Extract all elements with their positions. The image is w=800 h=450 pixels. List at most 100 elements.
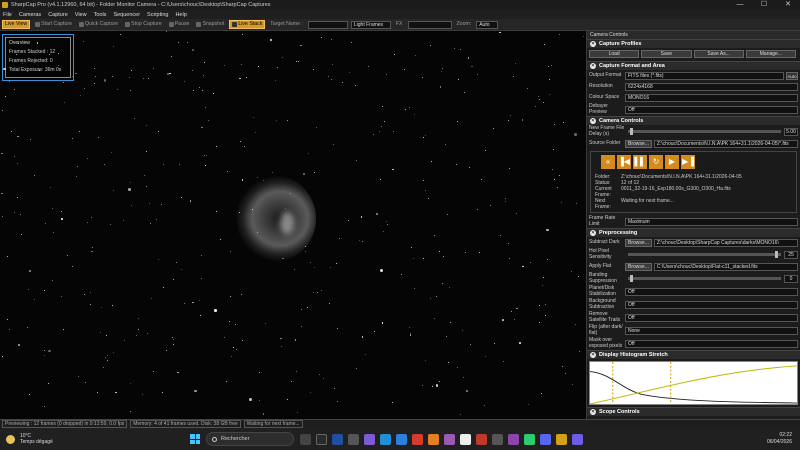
hot-pixel-slider[interactable] [628,251,781,258]
close-button[interactable]: ✕ [776,0,800,10]
star [251,208,253,210]
quick-capture-button[interactable]: Quick Capture [77,20,120,29]
target-name-input[interactable] [307,20,348,29]
star [130,70,132,72]
skip-end-icon[interactable]: ▶▐ [681,155,695,169]
taskbar-search[interactable]: Rechercher [206,432,294,446]
new-frame-delay-value[interactable]: 5.00 [784,127,798,136]
star [476,73,478,75]
stop-capture-button[interactable]: Stop Capture [123,20,164,29]
load-button[interactable]: Load [589,50,640,58]
collapse-icon[interactable]: ✕ [590,41,596,47]
menu-capture[interactable]: Capture [48,12,68,18]
menu-file[interactable]: File [3,12,12,18]
pause-icon[interactable]: ▌▌ [633,155,647,169]
app-indigo-icon[interactable] [572,433,583,445]
debayer-select[interactable]: Off [625,105,798,114]
frame-type-select[interactable]: Light Frames [350,20,391,29]
windows-start-icon[interactable] [190,434,200,444]
task-view-icon[interactable] [300,433,311,445]
collapse-icon[interactable]: ✕ [590,352,596,358]
star [228,320,230,322]
weather-widget[interactable]: 10°C Temps dégagé [0,433,190,445]
flip-select[interactable]: None [625,326,798,335]
manage-button[interactable]: Manage... [745,50,796,58]
collapse-icon[interactable]: ✕ [590,63,596,69]
netflix-icon[interactable] [476,433,487,445]
collapse-icon[interactable]: ✕ [590,230,596,236]
collapse-icon[interactable]: ✕ [590,118,596,124]
system-clock[interactable]: 02:22 06/04/2026 [767,432,792,446]
app-red-icon[interactable] [412,433,423,445]
histogram-header[interactable]: ✕ Display Histogram Stretch [587,350,800,359]
save-button[interactable]: Save [641,50,692,58]
satellite-select[interactable]: Off [625,313,798,322]
star [509,257,511,259]
firefox-icon[interactable] [428,433,439,445]
menu-help[interactable]: Help [175,12,186,18]
auto-button[interactable]: Auto [786,71,798,80]
slider-knob[interactable] [630,128,633,135]
maximize-button[interactable]: ☐ [752,0,776,10]
play-icon[interactable]: ▶ [665,155,679,169]
app-purple-icon[interactable] [444,433,455,445]
live-view-button[interactable]: Live View [2,20,31,29]
apply-flat-select[interactable]: C:\Users\chouc\Desktop\Flat-c11_stacked.… [653,262,798,271]
preprocessing-header[interactable]: ✕ Preprocessing [587,228,800,237]
output-format-select[interactable]: FITS files (*.fits) [625,71,784,80]
scope-controls-header[interactable]: ✕ Scope Controls [587,407,800,416]
app-green-icon[interactable] [524,433,535,445]
frame-rate-select[interactable]: Maximum [625,217,798,226]
banding-value[interactable]: 0 [784,274,798,283]
app-icon[interactable] [348,433,359,445]
camera-controls-header[interactable]: ✕ Camera Controls [587,116,800,125]
hot-pixel-value[interactable]: 25 [784,250,798,259]
source-folder-select[interactable]: Z:\chouc\Documents\N.I.N.A\PK 164+31.1\2… [653,139,798,148]
step-back-icon[interactable]: ▐◀ [617,155,631,169]
browse-flat-button[interactable]: Browse... [625,262,652,271]
reload-icon[interactable]: ↻ [649,155,663,169]
browse-dark-button[interactable]: Browse... [625,238,652,247]
fx-select[interactable] [407,20,452,29]
subtract-dark-select[interactable]: Z:\chouc\Desktop\SharpCap Captures\darks… [653,238,798,247]
discord-icon[interactable] [540,433,551,445]
snapshot-button[interactable]: Snapshot [194,20,226,29]
app-gray-icon[interactable] [492,433,503,445]
menu-cameras[interactable]: Cameras [19,12,41,18]
colour-space-select[interactable]: MONO16 [625,93,798,102]
start-capture-button[interactable]: Start Capture [33,20,74,29]
widgets-icon[interactable] [316,433,327,445]
browse-button[interactable]: Browse... [625,139,652,148]
sharpcap-icon[interactable] [556,433,567,445]
app-violet-icon[interactable] [508,433,519,445]
photoshop-icon[interactable] [332,433,343,445]
minimize-button[interactable]: — [728,0,752,10]
mask-select[interactable]: Off [625,339,798,348]
slider-knob[interactable] [630,275,633,282]
capture-profiles-header[interactable]: ✕ Capture Profiles [587,39,800,48]
menu-tools[interactable]: Tools [94,12,107,18]
capture-format-header[interactable]: ✕ Capture Format and Area [587,61,800,70]
rewind-icon[interactable]: « [601,155,615,169]
new-frame-delay-slider[interactable] [628,128,781,135]
collapse-icon[interactable]: ✕ [590,409,596,415]
store-icon[interactable] [396,433,407,445]
background-select[interactable]: Off [625,300,798,309]
live-stack-label: Live Stack [238,21,263,27]
zoom-select[interactable]: Auto [476,20,499,29]
planet-select[interactable]: Off [625,287,798,296]
image-viewport[interactable]: Overview Frames Stacked : 12 Frames Reje… [0,31,586,419]
banding-slider[interactable] [628,275,781,282]
edge-icon[interactable] [380,433,391,445]
slider-knob[interactable] [774,251,778,258]
live-stack-button[interactable]: Live Stack [229,20,266,29]
menu-view[interactable]: View [75,12,87,18]
histogram-plot[interactable] [589,361,798,405]
menu-scripting[interactable]: Scripting [147,12,168,18]
pause-button[interactable]: Pause [167,20,192,29]
menu-sequencer[interactable]: Sequencer [113,12,140,18]
app-white-icon[interactable] [460,433,471,445]
save-as-button[interactable]: Save As... [693,50,744,58]
teams-icon[interactable] [364,433,375,445]
resolution-select[interactable]: 6224x4168 [625,82,798,91]
